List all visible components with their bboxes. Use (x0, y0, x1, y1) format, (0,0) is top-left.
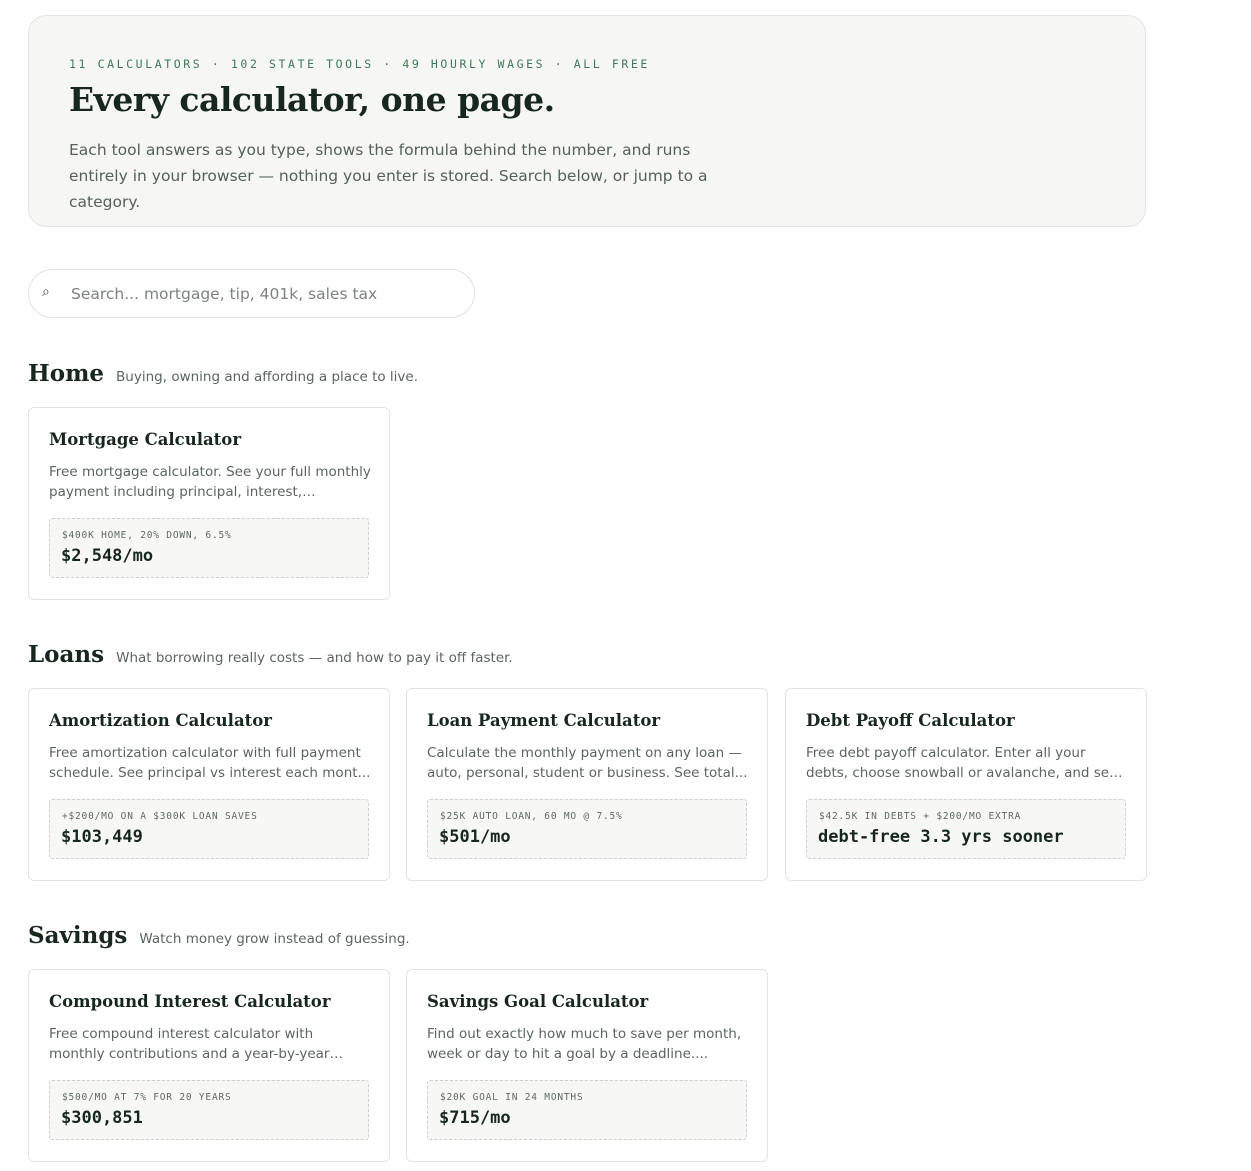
search-input[interactable] (71, 271, 461, 316)
section-title: Home (28, 360, 105, 387)
example-label: $42.5K IN DEBTS + $200/MO EXTRA (819, 811, 1022, 822)
page-title: Every calculator, one page. (69, 80, 555, 119)
card-example: $25K AUTO LOAN, 60 MO @ 7.5% $501/mo (427, 799, 747, 859)
example-value: $2,548/mo (61, 546, 154, 566)
hero-description: Each tool answers as you type, shows the… (69, 141, 708, 211)
hero-kicker: 11 CALCULATORS · 102 STATE TOOLS · 49 HO… (69, 57, 650, 71)
section-header-loans: Loans What borrowing really costs — and … (28, 641, 513, 668)
section-subtitle: What borrowing really costs — and how to… (116, 650, 513, 666)
card-description: Free debt payoff calculator. Enter all y… (806, 745, 1118, 781)
example-label: $400K HOME, 20% DOWN, 6.5% (62, 530, 232, 541)
card-title: Savings Goal Calculator (427, 992, 649, 1011)
card-description: Find out exactly how much to save per mo… (427, 1026, 742, 1062)
example-label: $500/MO AT 7% FOR 20 YEARS (62, 1092, 232, 1103)
card-description: Calculate the monthly payment on any loa… (427, 745, 748, 781)
section-header-home: Home Buying, owning and affording a plac… (28, 360, 418, 387)
section-header-savings: Savings Watch money grow instead of gues… (28, 922, 410, 949)
card-example: $20K GOAL IN 24 MONTHS $715/mo (427, 1080, 747, 1140)
calculator-card-savings-goal[interactable]: Savings Goal Calculator Find out exactly… (406, 969, 768, 1162)
card-title: Loan Payment Calculator (427, 711, 661, 730)
card-example: +$200/MO ON A $300K LOAN SAVES $103,449 (49, 799, 369, 859)
example-value: $501/mo (439, 827, 511, 847)
card-example: $42.5K IN DEBTS + $200/MO EXTRA debt-fre… (806, 799, 1126, 859)
search-icon: ⌕ (42, 284, 50, 300)
calculator-card-debt-payoff[interactable]: Debt Payoff Calculator Free debt payoff … (785, 688, 1147, 881)
card-description: Free compound interest calculator with m… (49, 1026, 330, 1062)
example-label: $25K AUTO LOAN, 60 MO @ 7.5% (440, 811, 623, 822)
example-value: $103,449 (61, 827, 143, 847)
section-subtitle: Buying, owning and affording a place to … (116, 369, 419, 385)
card-title: Compound Interest Calculator (49, 992, 331, 1011)
search-box[interactable]: ⌕ (28, 269, 475, 318)
calculator-card-mortgage[interactable]: Mortgage Calculator Free mortgage calcul… (28, 407, 390, 600)
card-example: $400K HOME, 20% DOWN, 6.5% $2,548/mo (49, 518, 369, 578)
calculator-card-loan-payment[interactable]: Loan Payment Calculator Calculate the mo… (406, 688, 768, 881)
card-title: Debt Payoff Calculator (806, 711, 1015, 730)
example-value: $300,851 (61, 1108, 143, 1128)
calculator-card-amortization[interactable]: Amortization Calculator Free amortizatio… (28, 688, 390, 881)
section-title: Loans (28, 641, 105, 668)
example-value: debt-free 3.3 yrs sooner (818, 827, 1064, 847)
calculator-card-compound-interest[interactable]: Compound Interest Calculator Free compou… (28, 969, 390, 1162)
example-value: $715/mo (439, 1108, 511, 1128)
example-label: $20K GOAL IN 24 MONTHS (440, 1092, 584, 1103)
card-example: $500/MO AT 7% FOR 20 YEARS $300,851 (49, 1080, 369, 1140)
hero-panel: 11 CALCULATORS · 102 STATE TOOLS · 49 HO… (28, 15, 1146, 227)
section-subtitle: Watch money grow instead of guessing. (139, 931, 410, 947)
card-description: Free amortization calculator with full p… (49, 745, 371, 781)
card-title: Amortization Calculator (49, 711, 272, 730)
section-title: Savings (28, 922, 128, 949)
card-description: Free mortgage calculator. See your full … (49, 464, 371, 500)
card-title: Mortgage Calculator (49, 430, 242, 449)
example-label: +$200/MO ON A $300K LOAN SAVES (62, 811, 258, 822)
